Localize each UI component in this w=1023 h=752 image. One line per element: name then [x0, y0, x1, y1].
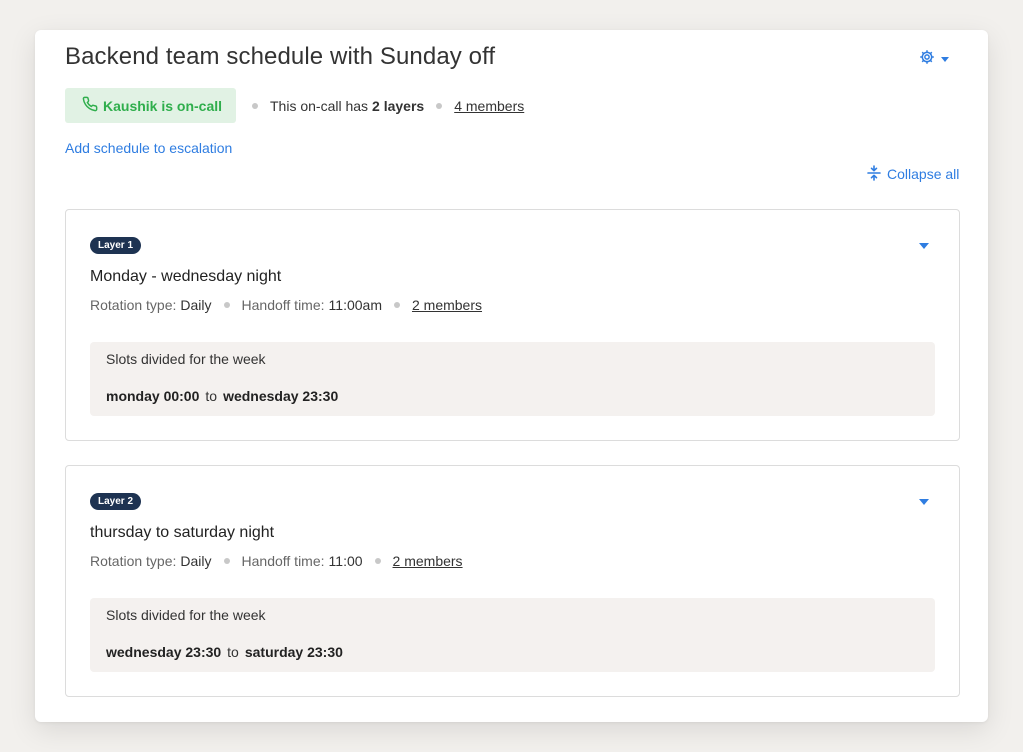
slot-end: saturday 23:30: [244, 644, 343, 660]
collapse-all-label: Collapse all: [887, 166, 960, 182]
handoff-time-value: 11:00: [328, 553, 363, 569]
separator-dot: [223, 302, 230, 308]
chevron-down-icon: [919, 499, 929, 505]
separator-dot: [436, 103, 443, 109]
rotation-type-value: Daily: [180, 553, 212, 569]
collapse-icon: [867, 164, 881, 184]
gear-icon: [919, 49, 935, 70]
layer-meta: Rotation type: Daily Handoff time: 11:00…: [90, 552, 463, 570]
handoff-time-label: Handoff time:: [241, 553, 325, 569]
phone-icon: [82, 96, 98, 115]
layer-card: Layer 2 thursday to saturday night Rotat…: [65, 465, 960, 697]
slots-panel: Slots divided for the week wednesday 23:…: [90, 598, 935, 672]
layer-toggle-button[interactable]: [919, 499, 929, 505]
slot-start: wednesday 23:30: [106, 644, 222, 660]
separator-dot: [252, 103, 258, 109]
slots-panel: Slots divided for the week monday 00:00 …: [90, 342, 935, 416]
layers-count: 2 layers: [372, 98, 425, 114]
schedule-card: Backend team schedule with Sunday off Ka…: [35, 30, 988, 722]
collapse-all-button[interactable]: Collapse all: [867, 164, 960, 184]
layer-toggle-button[interactable]: [919, 243, 929, 249]
separator-dot: [374, 558, 381, 564]
slot-range: monday 00:00 to wednesday 23:30: [106, 388, 338, 404]
chevron-down-icon: [919, 243, 929, 249]
separator-dot: [223, 558, 230, 564]
oncall-label: Kaushik is on-call: [103, 97, 223, 114]
layer-members-link[interactable]: 2 members: [393, 553, 463, 569]
meta-prefix: This on-call has: [270, 98, 369, 114]
layer-members-link[interactable]: 2 members: [412, 297, 482, 313]
slots-title: Slots divided for the week: [106, 351, 266, 367]
handoff-time-label: Handoff time:: [241, 297, 325, 313]
oncall-status: Kaushik is on-call: [65, 88, 237, 123]
slot-to-word: to: [205, 388, 218, 404]
members-link[interactable]: 4 members: [454, 98, 524, 114]
layer-title: thursday to saturday night: [90, 524, 275, 541]
layer-title: Monday - wednesday night: [90, 268, 282, 285]
slot-to-word: to: [227, 644, 239, 660]
add-to-escalation-link[interactable]: Add schedule to escalation: [65, 140, 232, 156]
slot-start: monday 00:00: [106, 388, 200, 404]
slot-end: wednesday 23:30: [223, 388, 339, 404]
layer-meta: Rotation type: Daily Handoff time: 11:00…: [90, 296, 482, 314]
layer-card: Layer 1 Monday - wednesday night Rotatio…: [65, 209, 960, 441]
page-title: Backend team schedule with Sunday off: [65, 43, 496, 70]
separator-dot: [393, 302, 400, 308]
handoff-time-value: 11:00am: [328, 297, 382, 313]
settings-dropdown[interactable]: [919, 49, 949, 70]
schedule-meta: This on-call has 2 layers 4 members: [252, 96, 524, 116]
rotation-type-value: Daily: [180, 297, 212, 313]
layer-badge: Layer 2: [90, 493, 142, 510]
layer-badge: Layer 1: [90, 237, 142, 254]
slots-title: Slots divided for the week: [106, 607, 266, 623]
chevron-down-icon: [941, 56, 949, 62]
rotation-type-label: Rotation type:: [90, 553, 177, 569]
slot-range: wednesday 23:30 to saturday 23:30: [106, 644, 343, 660]
rotation-type-label: Rotation type:: [90, 297, 177, 313]
